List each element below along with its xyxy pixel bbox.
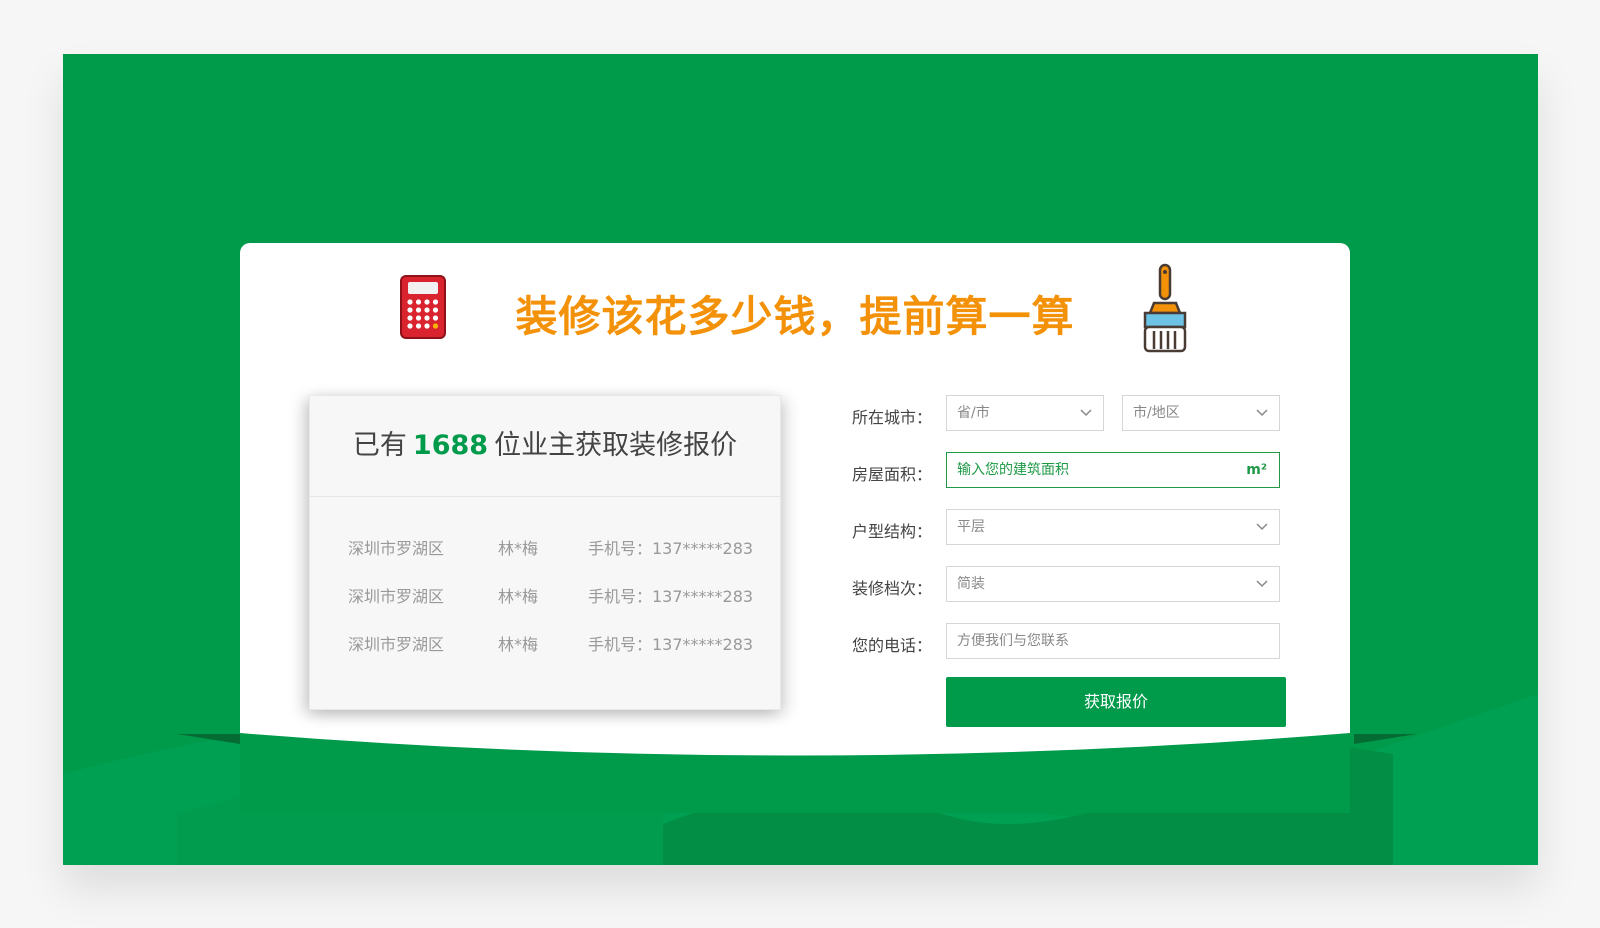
record-phone: 手机号：137*****283 (588, 635, 754, 654)
record-district: 深圳市罗湖区 (348, 587, 445, 606)
record-phone: 手机号：137*****283 (588, 587, 754, 606)
record-name: 林*梅 (498, 635, 539, 654)
district-select[interactable]: 市/地区 (1122, 395, 1280, 431)
record-district: 深圳市罗湖区 (348, 539, 445, 558)
record-name: 林*梅 (498, 539, 539, 558)
chevron-down-icon (1256, 523, 1268, 531)
phone-label: 您的电话： (852, 636, 933, 655)
owner-count: 1688 (412, 430, 489, 461)
owner-stats-panel: 已有 1688 位业主获取装修报价 深圳市罗湖区 林*梅 手机号：137*****2… (309, 395, 781, 710)
province-select[interactable]: 省/市 (946, 395, 1104, 431)
city-label: 所在城市： (852, 408, 933, 427)
phone-input-placeholder: 方便我们与您联系 (957, 633, 1069, 649)
record-phone: 手机号：137*****283 (588, 539, 754, 558)
district-select-value: 市/地区 (1133, 405, 1180, 421)
stats-title: 已有 1688 位业主获取装修报价 (310, 396, 780, 497)
chevron-down-icon (1256, 409, 1268, 417)
headline: 装修该花多少钱，提前算一算 (515, 292, 1075, 341)
card-bottom-curve (240, 723, 1350, 813)
record-name: 林*梅 (498, 587, 539, 606)
area-unit: m² (1246, 462, 1267, 478)
stats-suffix: 位业主获取装修报价 (494, 430, 738, 461)
layout-select[interactable]: 平层 (946, 509, 1280, 545)
quote-form: 所在城市： 省/市 市/地区 房屋面积： 输入您的建筑面积 m² 户型结构： 平… (852, 395, 1292, 727)
stats-prefix: 已有 (352, 430, 407, 461)
records-list: 深圳市罗湖区 林*梅 手机号：137*****283 深圳市罗湖区 林*梅 手机… (310, 497, 780, 679)
area-label: 房屋面积： (852, 465, 933, 484)
list-item: 深圳市罗湖区 林*梅 手机号：137*****283 (310, 631, 780, 679)
layout-select-value: 平层 (957, 519, 985, 535)
grade-select-value: 简装 (957, 576, 985, 592)
hero-banner: 装修该花多少钱，提前算一算 已有 1688 位业主获取装修报价 深圳市罗湖区 林… (63, 54, 1538, 865)
grade-row: 装修档次： 简装 (852, 566, 1292, 623)
phone-input[interactable]: 方便我们与您联系 (946, 623, 1280, 659)
list-item: 深圳市罗湖区 林*梅 手机号：137*****283 (310, 583, 780, 631)
record-district: 深圳市罗湖区 (348, 635, 445, 654)
grade-select[interactable]: 简装 (946, 566, 1280, 602)
province-select-value: 省/市 (957, 405, 990, 421)
phone-row: 您的电话： 方便我们与您联系 (852, 623, 1292, 680)
area-row: 房屋面积： 输入您的建筑面积 m² (852, 452, 1292, 509)
paint-brush-icon (1143, 263, 1187, 353)
card-header: 装修该花多少钱，提前算一算 (240, 243, 1350, 373)
quote-card: 装修该花多少钱，提前算一算 已有 1688 位业主获取装修报价 深圳市罗湖区 林… (240, 243, 1350, 813)
chevron-down-icon (1080, 409, 1092, 417)
area-input[interactable]: 输入您的建筑面积 m² (946, 452, 1280, 488)
layout-label: 户型结构： (852, 522, 933, 541)
chevron-down-icon (1256, 580, 1268, 588)
layout-row: 户型结构： 平层 (852, 509, 1292, 566)
grade-label: 装修档次： (852, 579, 933, 598)
city-row: 所在城市： 省/市 市/地区 (852, 395, 1292, 452)
area-input-placeholder: 输入您的建筑面积 (957, 462, 1069, 478)
get-quote-button[interactable]: 获取报价 (946, 677, 1286, 727)
list-item: 深圳市罗湖区 林*梅 手机号：137*****283 (310, 535, 780, 583)
